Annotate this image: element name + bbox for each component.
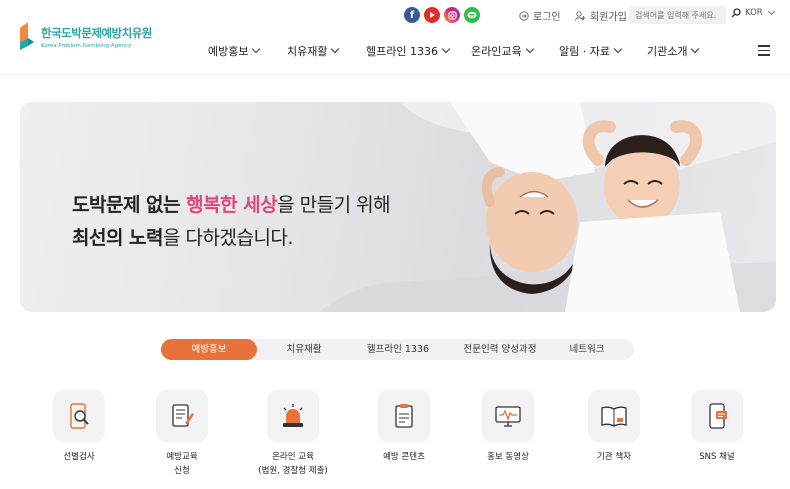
category-tabs: 예방홍보 치유재활 헬프라인 1336 전문인력 양성과정 네트워크 <box>161 339 634 360</box>
service-label-line1: 예방교육 <box>166 452 198 462</box>
tab-helpline[interactable]: 헬프라인 1336 <box>358 339 438 360</box>
hero-text: 도박문제 없는 <box>72 194 187 216</box>
service-label: 기관 책자 <box>597 452 631 462</box>
page: f 로그인 회원가입 KOR <box>0 0 790 489</box>
tab-training[interactable]: 전문인력 양성과정 <box>447 339 553 360</box>
youtube-icon[interactable] <box>424 7 440 23</box>
logo-title: 한국도박문제예방치유원 <box>41 26 152 40</box>
hero-headline-1: 도박문제 없는 행복한 세상을 만들기 위해 <box>72 190 391 217</box>
clipboard-icon <box>395 404 413 428</box>
service-brochure[interactable]: 기관 책자 <box>569 390 659 464</box>
chevron-down-icon <box>331 44 340 54</box>
service-label: SNS 채널 <box>699 452 735 462</box>
tab-network[interactable]: 네트워크 <box>559 339 615 360</box>
service-label-line1: 온라인 교육 <box>272 452 314 462</box>
language-label: KOR <box>745 8 763 18</box>
service-prevention-content[interactable]: 예방 콘텐츠 <box>359 390 449 464</box>
tab-treatment[interactable]: 치유재활 <box>271 339 337 360</box>
search-icon[interactable] <box>731 8 741 18</box>
book-icon <box>601 406 627 427</box>
hero-banner: 도박문제 없는 행복한 세상을 만들기 위해 최선의 노력을 다하겠습니다. <box>20 102 776 312</box>
header-divider <box>0 74 790 75</box>
phone-search-icon <box>70 403 89 429</box>
hero-text: 을 다하겠습니다. <box>163 227 293 249</box>
signup-label: 회원가입 <box>590 12 627 23</box>
nav-item-notice[interactable]: 알림 · 자료 <box>559 43 623 59</box>
login-label: 로그인 <box>533 12 561 23</box>
service-label-line2: (법원, 경찰청 제출) <box>258 466 328 476</box>
talk-icon[interactable] <box>464 7 480 23</box>
nav-label: 온라인교육 <box>471 45 522 58</box>
nav-item-about[interactable]: 기관소개 <box>647 43 700 59</box>
menu-icon[interactable] <box>758 45 770 56</box>
tab-prevention[interactable]: 예방홍보 <box>161 339 257 360</box>
login-icon <box>519 10 529 21</box>
service-sns[interactable]: SNS 채널 <box>672 390 762 464</box>
alarm-light-icon <box>283 404 303 427</box>
chevron-down-icon <box>441 44 451 54</box>
nav-label: 치유재활 <box>287 45 328 58</box>
language-select[interactable]: KOR <box>731 7 775 18</box>
service-label: 온라인 교육 (법원, 경찰청 제출) <box>248 450 338 478</box>
hero-headline-2: 최선의 노력을 다하겠습니다. <box>72 223 293 250</box>
service-label: 예방 콘텐츠 <box>383 452 425 462</box>
mobile-sns-icon <box>709 403 727 429</box>
instagram-icon[interactable] <box>444 7 460 23</box>
nav-label: 헬프라인 1336 <box>366 45 438 58</box>
site-logo[interactable]: 한국도박문제예방치유원 Korea Problem Gambling Agenc… <box>18 20 152 56</box>
nav-label: 예방홍보 <box>208 45 249 58</box>
document-pen-icon <box>172 404 194 427</box>
service-online-education[interactable]: 온라인 교육 (법원, 경찰청 제출) <box>248 390 338 478</box>
nav-label: 알림 · 자료 <box>559 45 610 58</box>
nav-item-online-education[interactable]: 온라인교육 <box>471 43 534 59</box>
chevron-down-icon <box>767 7 775 15</box>
service-promo-video[interactable]: 홍보 동영상 <box>463 390 553 464</box>
nav-label: 기관소개 <box>647 45 688 58</box>
nav-item-helpline[interactable]: 헬프라인 1336 <box>366 43 451 59</box>
search-input[interactable] <box>629 6 726 24</box>
hero-highlight-bold: 최선의 노력 <box>72 227 164 249</box>
logo-mark-icon <box>20 22 34 50</box>
facebook-icon[interactable]: f <box>404 7 420 23</box>
signup-link[interactable]: 회원가입 <box>575 8 627 23</box>
monitor-icon <box>495 406 521 427</box>
login-link[interactable]: 로그인 <box>519 8 561 23</box>
chevron-down-icon <box>525 44 534 54</box>
service-prevention-education[interactable]: 예방교육신청 <box>137 390 227 478</box>
logo-subtitle: Korea Problem Gambling Agency <box>41 43 132 49</box>
service-screening[interactable]: 선별검사 <box>34 390 124 464</box>
chevron-down-icon <box>613 44 623 54</box>
service-label-line2: 신청 <box>174 466 190 476</box>
hero-highlight: 행복한 세상 <box>186 194 278 216</box>
nav-item-treatment[interactable]: 치유재활 <box>287 43 340 59</box>
user-add-icon <box>575 10 586 21</box>
hero-text: 을 만들기 위해 <box>277 194 391 216</box>
service-label: 홍보 동영상 <box>487 452 529 462</box>
chevron-down-icon <box>252 44 261 54</box>
service-label: 예방교육신청 <box>137 450 227 478</box>
service-label: 선별검사 <box>63 452 95 462</box>
nav-item-prevention[interactable]: 예방홍보 <box>208 43 261 59</box>
chevron-down-icon <box>691 44 700 54</box>
